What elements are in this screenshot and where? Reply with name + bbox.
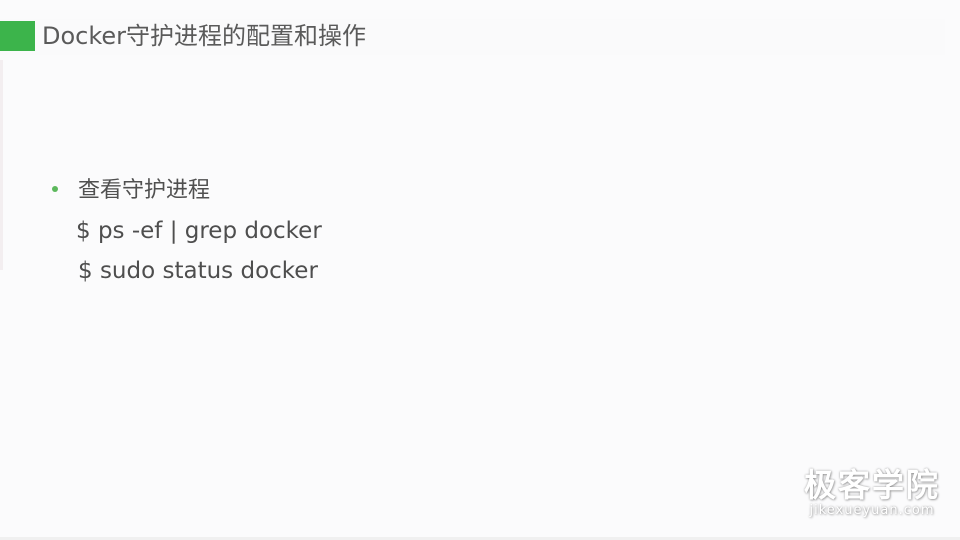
left-edge-decoration <box>0 60 3 270</box>
slide: Docker守护进程的配置和操作 查看守护进程 $ ps -ef | grep … <box>0 0 960 540</box>
bullet-dot <box>52 186 58 192</box>
watermark-logo: 极客学院 jikexueyuan.com <box>804 466 940 518</box>
command-line: $ sudo status docker <box>78 258 318 284</box>
bullet-item-text: 查看守护进程 <box>78 178 211 203</box>
slide-title: Docker守护进程的配置和操作 <box>42 22 367 50</box>
command-line: $ ps -ef | grep docker <box>76 218 322 244</box>
watermark-url: jikexueyuan.com <box>809 503 935 518</box>
title-accent-block <box>0 21 35 51</box>
watermark-brand: 极客学院 <box>803 466 940 504</box>
